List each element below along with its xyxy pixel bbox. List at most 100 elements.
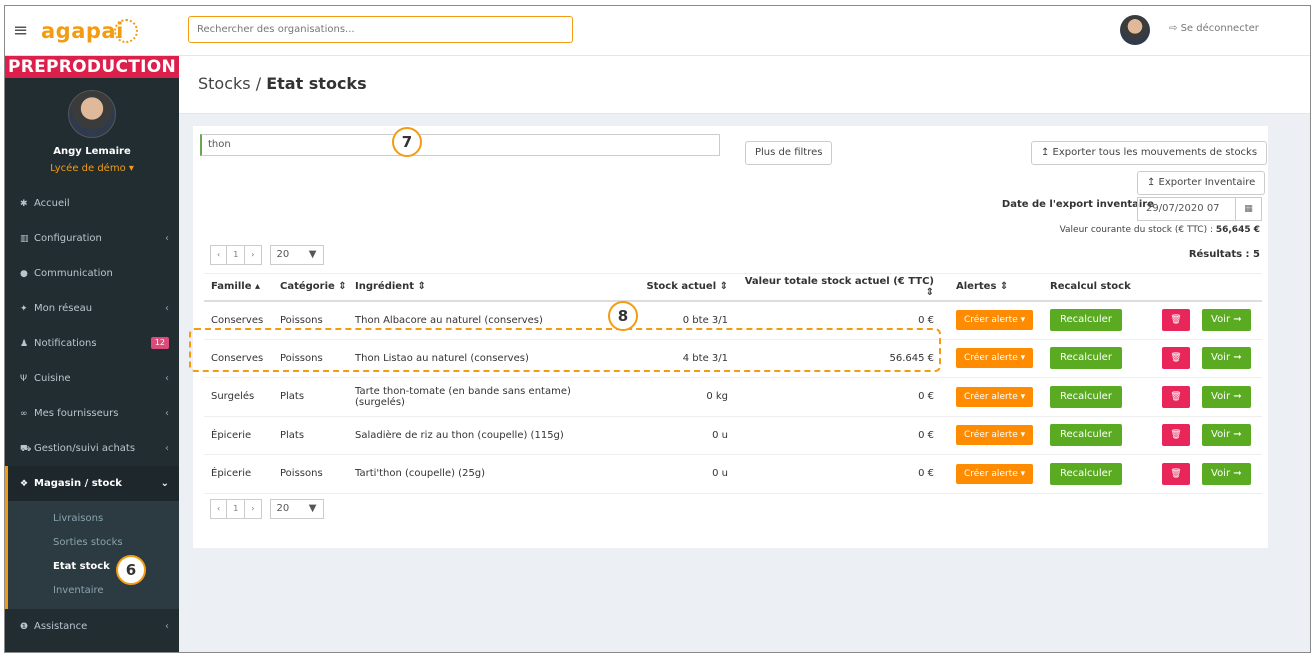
step-marker-8: 8 [608, 301, 638, 331]
cubes-icon: ❖ [20, 479, 29, 489]
prev-page-button[interactable]: ‹ [210, 245, 228, 265]
cell-ingredient: Tarti'thon (coupelle) (25g) [348, 454, 611, 494]
submenu-item-inventaire[interactable]: Inventaire [8, 579, 179, 603]
recalculate-button[interactable]: Recalculer [1050, 462, 1122, 485]
handshake-icon: ∞ [20, 409, 28, 419]
page-size-value: 20 [276, 249, 290, 260]
page-size-select[interactable]: 20 ▼ [269, 245, 324, 265]
cell-categorie: Plats [273, 377, 348, 417]
col-categorie-header[interactable]: Catégorie ⇕ [273, 273, 348, 302]
table-row: Surgelés Plats Tarte thon-tomate (en ban… [204, 377, 1262, 417]
col-delete-header [1155, 273, 1195, 302]
breadcrumb-stocks[interactable]: Stocks / [198, 74, 261, 93]
step-marker-7: 7 [392, 127, 422, 157]
cell-view: Voir ➞ [1195, 300, 1262, 340]
create-alert-button[interactable]: Créer alerte ▾ [956, 348, 1034, 369]
header-avatar[interactable] [1120, 15, 1150, 45]
stock-value-label: Valeur courante du stock (€ TTC) : [1059, 225, 1213, 235]
export-inventory-button[interactable]: ↥ Exporter Inventaire [1137, 171, 1266, 195]
sidebar-item-label: Mes fournisseurs [34, 408, 119, 419]
step-marker-6: 6 [116, 555, 146, 585]
sidebar-item-accueil[interactable]: ✱ Accueil [5, 186, 179, 221]
sidebar-item-label: Gestion/suivi achats [34, 443, 136, 454]
trash-icon[interactable]: 🗑 [1162, 424, 1190, 447]
cell-stock: 0 kg [611, 377, 735, 417]
school-dropdown[interactable]: Lycée de démo ▾ [5, 163, 179, 174]
recalculate-button[interactable]: Recalculer [1050, 309, 1122, 331]
page-number[interactable]: 1 [227, 245, 246, 265]
recalculate-button[interactable]: Recalculer [1050, 347, 1122, 370]
sidebar-item-label: Communication [34, 268, 113, 279]
col-alertes-header[interactable]: Alertes ⇕ [941, 273, 1043, 302]
chevron-left-icon: ‹ [165, 303, 169, 314]
create-alert-button[interactable]: Créer alerte ▾ [956, 386, 1034, 407]
col-stock-header[interactable]: Stock actuel ⇕ [611, 273, 735, 302]
sidebar-item-label: Magasin / stock [34, 478, 122, 489]
sidebar-item-fournisseurs[interactable]: ∞ Mes fournisseurs ‹ [5, 396, 179, 431]
ingredient-filter-input[interactable]: thon [200, 134, 720, 156]
trash-icon[interactable]: 🗑 [1162, 462, 1190, 485]
cell-delete: 🗑 [1155, 416, 1195, 455]
sidebar-item-cuisine[interactable]: Ψ Cuisine ‹ [5, 361, 179, 396]
sidebar-item-magasin-stock[interactable]: ❖ Magasin / stock ⌄ [5, 466, 179, 501]
sidebar-item-assistance[interactable]: ❶ Assistance ‹ [5, 609, 179, 644]
sidebar-item-mon-reseau[interactable]: ✦ Mon réseau ‹ [5, 291, 179, 326]
export-date-input[interactable]: 29/07/2020 07 ▦ [1137, 197, 1262, 221]
more-filters-button[interactable]: Plus de filtres [745, 141, 833, 165]
cell-alert: Créer alerte ▾ [941, 416, 1043, 455]
col-valeur-header[interactable]: Valeur totale stock actuel (€ TTC) ⇕ [735, 273, 941, 302]
page-size-select[interactable]: 20 ▼ [269, 499, 324, 519]
cell-delete: 🗑 [1155, 300, 1195, 340]
cell-delete: 🗑 [1155, 454, 1195, 494]
table-header-row: Famille ▴ Catégorie ⇕ Ingrédient ⇕ Stock… [204, 273, 1262, 302]
cell-ingredient: Tarte thon-tomate (en bande sans entame)… [348, 377, 611, 417]
sidebar-header: ≡ agapai [5, 6, 179, 56]
create-alert-button[interactable]: Créer alerte ▾ [956, 463, 1034, 484]
row-highlight-annotation [189, 328, 941, 372]
recalculate-button[interactable]: Recalculer [1050, 385, 1122, 408]
sidebar-item-label: Assistance [34, 621, 88, 632]
view-button[interactable]: Voir ➞ [1202, 462, 1251, 485]
page-number[interactable]: 1 [227, 499, 246, 519]
view-button[interactable]: Voir ➞ [1202, 347, 1251, 370]
sidebar: ≡ agapai PREPRODUCTION Angy Lemaire Lycé… [5, 6, 179, 652]
sidebar-item-achats[interactable]: ⛟ Gestion/suivi achats ‹ [5, 431, 179, 466]
caret-down-icon: ▼ [308, 249, 317, 260]
prev-page-button[interactable]: ‹ [210, 499, 228, 519]
calendar-icon[interactable]: ▦ [1235, 198, 1261, 220]
page-title-current: Etat stocks [266, 74, 367, 93]
submenu-item-etat-stock[interactable]: Etat stock [8, 555, 179, 579]
view-button[interactable]: Voir ➞ [1202, 385, 1251, 408]
trash-icon[interactable]: 🗑 [1162, 309, 1190, 331]
cell-valeur: 0 € [735, 416, 941, 455]
cell-ingredient: Saladière de riz au thon (coupelle) (115… [348, 416, 611, 455]
view-button[interactable]: Voir ➞ [1202, 309, 1251, 331]
next-page-button[interactable]: › [245, 499, 262, 519]
col-famille-header[interactable]: Famille ▴ [204, 273, 273, 302]
next-page-button[interactable]: › [245, 245, 262, 265]
chevron-left-icon: ‹ [165, 408, 169, 419]
col-ingredient-header[interactable]: Ingrédient ⇕ [348, 273, 611, 302]
results-count: Résultats : 5 [1188, 249, 1260, 260]
hamburger-icon[interactable]: ≡ [13, 20, 29, 41]
trash-icon[interactable]: 🗑 [1162, 347, 1190, 370]
sidebar-item-notifications[interactable]: ♟ Notifications 12 [5, 326, 179, 361]
sidebar-item-communication[interactable]: ● Communication [5, 256, 179, 291]
logout-link[interactable]: ⇨ Se déconnecter [1169, 23, 1259, 34]
export-movements-button[interactable]: ↥ Exporter tous les mouvements de stocks [1031, 141, 1268, 165]
submenu-item-livraisons[interactable]: Livraisons [8, 507, 179, 531]
cutlery-icon: Ψ [20, 374, 28, 384]
organisation-search-input[interactable]: Rechercher des organisations... [188, 16, 573, 43]
create-alert-button[interactable]: Créer alerte ▾ [956, 425, 1034, 446]
trash-icon[interactable]: 🗑 [1162, 385, 1190, 408]
submenu-item-sorties-stocks[interactable]: Sorties stocks [8, 531, 179, 555]
cell-alert: Créer alerte ▾ [941, 300, 1043, 340]
app-logo[interactable]: agapai [41, 19, 124, 43]
recalculate-button[interactable]: Recalculer [1050, 424, 1122, 447]
create-alert-button[interactable]: Créer alerte ▾ [956, 310, 1034, 330]
sidebar-item-label: Cuisine [34, 373, 71, 384]
cell-recalc: Recalculer [1043, 300, 1155, 340]
sidebar-item-configuration[interactable]: ▥ Configuration ‹ [5, 221, 179, 256]
chevron-down-icon: ⌄ [160, 478, 169, 489]
view-button[interactable]: Voir ➞ [1202, 424, 1251, 447]
